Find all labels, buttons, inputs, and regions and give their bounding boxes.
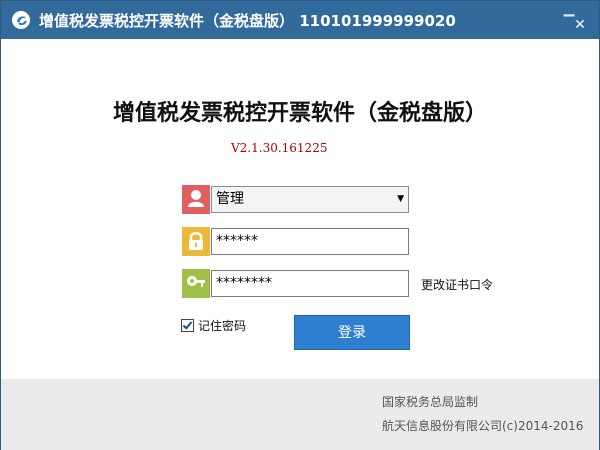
window-title: 增值税发票税控开票软件（金税盘版） 110101999999020 — [39, 12, 456, 30]
title-bar[interactable]: 增值税发票税控开票软件（金税盘版） 110101999999020 ▁ ✕ — [1, 1, 599, 39]
password-input[interactable]: ****** — [211, 228, 409, 255]
login-button[interactable]: 登录 — [294, 315, 410, 350]
chevron-down-icon[interactable]: ▼ — [397, 187, 404, 212]
remember-checkbox[interactable] — [181, 319, 194, 332]
remember-label: 记住密码 — [198, 319, 247, 333]
version-label: V2.1.30.161225 — [231, 141, 328, 155]
login-window: 增值税发票税控开票软件（金税盘版） 110101999999020 ▁ ✕ 增值… — [0, 0, 600, 450]
page-title: 增值税发票税控开票软件（金税盘版） — [112, 101, 487, 126]
footer: 国家税务总局监制 航天信息股份有限公司(c)2014-2016 — [1, 379, 599, 450]
remember-password[interactable]: 记住密码 — [181, 317, 246, 334]
cert-password-input[interactable]: ******** — [211, 270, 409, 297]
key-icon — [182, 269, 210, 298]
user-select-value: 管理 — [216, 191, 244, 207]
footer-supervision: 国家税务总局监制 — [382, 395, 479, 409]
lock-icon — [182, 227, 210, 256]
app-logo-icon — [12, 11, 30, 29]
footer-copyright: 航天信息股份有限公司(c)2014-2016 — [382, 419, 584, 433]
user-select[interactable]: 管理 ▼ — [211, 186, 409, 213]
close-button[interactable]: ✕ — [569, 15, 591, 35]
change-cert-password-link[interactable]: 更改证书口令 — [421, 276, 493, 293]
user-icon — [182, 185, 210, 214]
